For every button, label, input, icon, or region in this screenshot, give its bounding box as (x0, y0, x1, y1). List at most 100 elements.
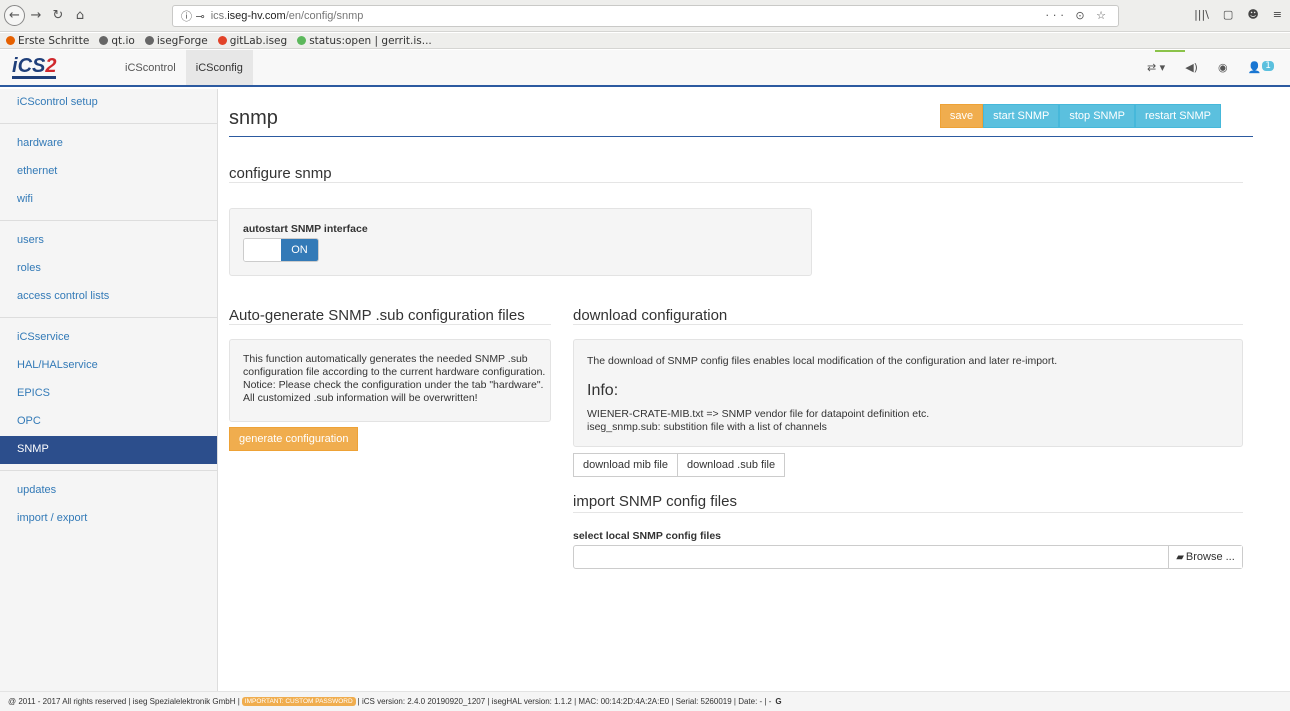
url-prefix: ics. (210, 10, 228, 22)
import-heading: import SNMP config files (573, 493, 737, 510)
autostart-label: autostart SNMP interface (243, 223, 368, 235)
autogen-divider (229, 324, 551, 325)
browser-menu-icons: |||\ ▢ ☻ ≡ (1194, 8, 1282, 21)
generate-configuration-button[interactable]: generate configuration (229, 427, 359, 451)
status-indicator-line (1155, 50, 1185, 52)
url-host: iseg-hv.com (227, 10, 286, 22)
start-snmp-button[interactable]: start SNMP (983, 104, 1060, 128)
bookmark-item[interactable]: Erste Schritte (6, 35, 89, 47)
file-path-input[interactable]: ▰ Browse ... (573, 545, 1243, 569)
autostart-panel: autostart SNMP interface ON (229, 208, 812, 276)
toggle-on-label: ON (281, 239, 318, 261)
camera-icon[interactable]: ◉ (1218, 61, 1228, 74)
browse-label: Browse ... (1185, 551, 1235, 563)
toggle-off-side (244, 239, 281, 261)
sidebar-item-access-control-lists[interactable]: access control lists (0, 283, 217, 311)
sidebar-item-snmp[interactable]: SNMP (0, 436, 217, 464)
configure-snmp-heading: configure snmp (229, 165, 332, 182)
sidebar-item-import-export[interactable]: import / export (0, 505, 217, 533)
import-label: select local SNMP config files (573, 530, 722, 542)
url-actions-icons[interactable]: ··· ⊙ ☆ (1045, 9, 1110, 22)
sidebar-item-icsservice[interactable]: iCSservice (0, 324, 217, 352)
browser-menu-icon-0[interactable]: |||\ (1194, 8, 1209, 21)
browser-menu-icon-3[interactable]: ≡ (1273, 8, 1282, 21)
download-mib-button[interactable]: download mib file (573, 453, 678, 477)
sidebar: iCScontrol setup hardware ethernet wifi user… (0, 89, 218, 691)
bookmark-icon (144, 36, 154, 45)
info-heading: Info: (587, 382, 619, 399)
autogen-panel: This function automatically generates th… (229, 339, 551, 422)
bookmark-label: status:open | gerrit.is... (309, 34, 432, 47)
configure-divider (229, 182, 1243, 183)
import-divider (573, 512, 1243, 513)
bookmark-item[interactable]: gitLab.iseg (217, 34, 288, 47)
bookmark-label: qt.io (111, 34, 135, 47)
user-icon[interactable]: 👤 1 (1248, 61, 1274, 74)
refresh-icon[interactable]: G (775, 697, 781, 706)
footer-version-info: | iCS version: 2.4.0 20190920_1207 | ise… (357, 697, 772, 706)
bookmark-item[interactable]: isegForge (144, 34, 208, 47)
sidebar-item-epics[interactable]: EPICS (0, 380, 217, 408)
sidebar-item-updates[interactable]: updates (0, 477, 217, 505)
bookmarks-bar: Erste Schritte qt.io isegForge gitLab.iseg s… (0, 33, 1290, 49)
action-button-group: save start SNMP stop SNMP restart SNMP (939, 104, 1221, 128)
stop-snmp-button[interactable]: stop SNMP (1059, 104, 1135, 128)
home-button[interactable]: ⌂ (69, 5, 91, 27)
browser-menu-icon-2[interactable]: ☻ (1247, 8, 1258, 21)
sidebar-item-icscontrol-setup[interactable]: iCScontrol setup (0, 89, 217, 117)
url-bar[interactable]: ⓘ ⊸ ics. iseg-hv.com/en/config/snmp ··· ⊙… (172, 5, 1119, 27)
sound-icon[interactable]: ◀) (1185, 61, 1198, 74)
back-button[interactable]: ← (4, 5, 25, 26)
sidebar-divider (0, 123, 217, 124)
tab-icsconfig[interactable]: iCSconfig (185, 50, 253, 85)
autostart-toggle[interactable]: ON (243, 238, 319, 262)
sidebar-divider (0, 470, 217, 471)
sidebar-item-roles[interactable]: roles (0, 255, 217, 283)
sidebar-divider (0, 317, 217, 318)
folder-open-icon: ▰ (1176, 551, 1184, 563)
sidebar-item-hal-halservice[interactable]: HAL/HALservice (0, 352, 217, 380)
title-divider (229, 136, 1253, 137)
sidebar-item-ethernet[interactable]: ethernet (0, 158, 217, 186)
sidebar-item-opc[interactable]: OPC (0, 408, 217, 436)
info-text: WIENER-CRATE-MIB.txt => SNMP vendor file… (587, 408, 930, 433)
info-icon: ⓘ ⊸ (181, 10, 205, 23)
browse-button[interactable]: ▰ Browse ... (1168, 546, 1242, 568)
save-button[interactable]: save (939, 104, 984, 128)
download-divider (573, 324, 1243, 325)
autogen-heading: Auto-generate SNMP .sub configuration fi… (229, 307, 525, 324)
bookmark-icon (217, 36, 227, 45)
download-button-group: download mib file download .sub file (573, 453, 786, 477)
sidebar-item-users[interactable]: users (0, 227, 217, 255)
bookmark-item[interactable]: qt.io (99, 34, 135, 47)
custom-password-badge[interactable]: IMPORTANT: CUSTOM PASSWORD (241, 697, 356, 706)
sidebar-item-hardware[interactable]: hardware (0, 130, 217, 158)
download-intro: The download of SNMP config files enable… (587, 355, 1058, 367)
bookmark-label: gitLab.iseg (229, 34, 288, 47)
url-path: /en/config/snmp (285, 10, 364, 22)
connection-icon[interactable]: ⇄ ▾ (1147, 61, 1165, 74)
bookmark-item[interactable]: status:open | gerrit.is... (297, 35, 432, 47)
main-content: snmp save start SNMP stop SNMP restart S… (229, 89, 1253, 691)
ics2-logo[interactable]: iCS2 (0, 50, 115, 85)
bookmark-icon (297, 36, 307, 45)
navbar-right-icons: ⇄ ▾ ◀) ◉ 👤 1 (1147, 50, 1274, 85)
app-navbar: iCS2 iCScontrol iCSconfig ⇄ ▾ ◀) ◉ 👤 1 (0, 50, 1290, 87)
download-heading: download configuration (573, 307, 728, 324)
browser-menu-icon-1[interactable]: ▢ (1223, 8, 1233, 21)
bookmark-label: Erste Schritte (18, 34, 90, 47)
forward-button[interactable]: → (25, 5, 47, 27)
tab-icscontrol[interactable]: iCScontrol (115, 50, 186, 85)
restart-snmp-button[interactable]: restart SNMP (1134, 104, 1221, 128)
bookmark-label: isegForge (156, 34, 208, 47)
footer-copyright: @ 2011 - 2017 All rights reserved | iseg… (8, 697, 240, 706)
sidebar-divider (0, 220, 217, 221)
bookmark-icon (6, 36, 15, 45)
browser-toolbar: ← → ↻ ⌂ ⓘ ⊸ ics. iseg-hv.com/en/config/sn… (0, 0, 1290, 32)
download-sub-button[interactable]: download .sub file (677, 453, 786, 477)
download-panel: The download of SNMP config files enable… (573, 339, 1243, 447)
sidebar-item-wifi[interactable]: wifi (0, 186, 217, 214)
autogen-description: This function automatically generates th… (243, 353, 546, 404)
reload-button[interactable]: ↻ (47, 5, 69, 27)
bookmark-icon (99, 36, 109, 45)
